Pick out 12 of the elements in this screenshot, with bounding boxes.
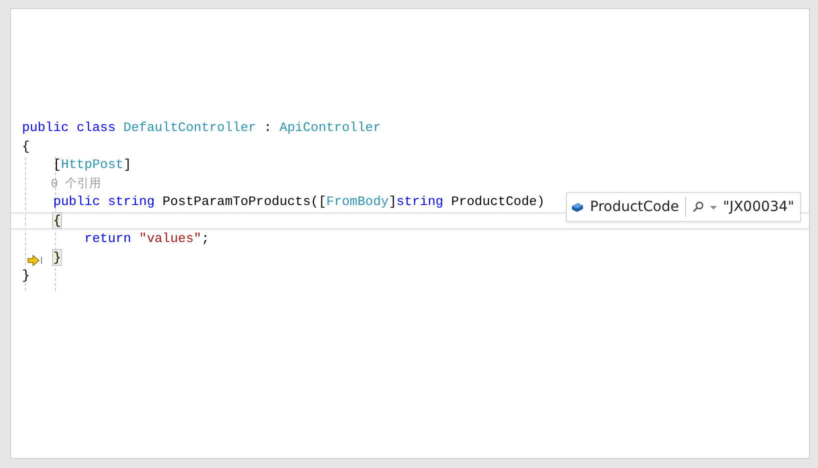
field-icon — [571, 202, 584, 212]
code-line: public class DefaultController : ApiController — [22, 119, 381, 138]
variable-name: ProductCode — [590, 199, 679, 215]
search-icon[interactable] — [692, 201, 704, 213]
code-line: [HttpPost] — [52, 156, 132, 174]
code-line: { — [22, 138, 30, 156]
variable-value: "JX00034" — [723, 199, 794, 215]
code-line: 0 个引用 — [50, 176, 102, 193]
dropdown-icon[interactable] — [710, 204, 717, 210]
code-line: return "values"; — [83, 230, 210, 248]
code-line: public string PostParamToProducts([FromBody]string ProductCode) — [52, 193, 545, 212]
code-line: } — [22, 267, 30, 286]
